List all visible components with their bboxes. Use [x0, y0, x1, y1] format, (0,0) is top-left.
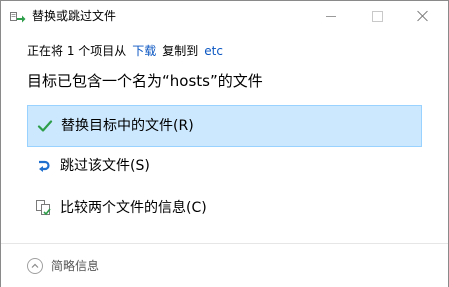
check-icon: [37, 118, 53, 134]
fewer-details-label: 简略信息: [51, 258, 100, 273]
minimize-button[interactable]: [308, 1, 354, 31]
destination-folder-link[interactable]: etc: [204, 44, 223, 58]
source-folder-link[interactable]: 下载: [132, 44, 156, 58]
replace-file-option[interactable]: 替换目标中的文件(R): [27, 105, 422, 147]
minimize-icon: [326, 15, 336, 17]
maximize-button[interactable]: [354, 1, 400, 31]
replace-file-label: 替换目标中的文件(R): [61, 118, 194, 134]
conflict-heading: 目标已包含一个名为“hosts”的文件: [27, 72, 263, 90]
compare-files-label: 比较两个文件的信息(C): [60, 200, 207, 216]
skip-file-option[interactable]: 跳过该文件(S): [27, 146, 422, 188]
close-button[interactable]: [400, 1, 446, 31]
window-title: 替换或跳过文件: [32, 9, 117, 23]
copy-status: 正在将 1 个项目从 下载 复制到 etc: [27, 43, 223, 59]
compare-files-option[interactable]: 比较两个文件的信息(C): [27, 188, 422, 230]
chevron-up-icon: [27, 258, 43, 274]
copy-status-prefix: 正在将 1 个项目从: [27, 44, 127, 58]
file-replace-icon: [10, 10, 26, 24]
fewer-details-button[interactable]: 简略信息: [27, 256, 99, 276]
compare-files-icon: [36, 200, 52, 216]
skip-file-label: 跳过该文件(S): [60, 158, 150, 174]
replace-or-skip-dialog: 替换或跳过文件 正在将 1 个项目从 下载 复制到 etc 目标已包含一个名为“hos…: [0, 0, 449, 287]
skip-arrow-icon: [36, 158, 52, 174]
dialog-footer: 简略信息: [1, 243, 448, 287]
title-bar[interactable]: 替换或跳过文件: [1, 1, 448, 32]
copy-status-middle: 复制到: [162, 44, 199, 58]
maximize-icon: [371, 10, 383, 22]
close-icon: [417, 10, 429, 22]
